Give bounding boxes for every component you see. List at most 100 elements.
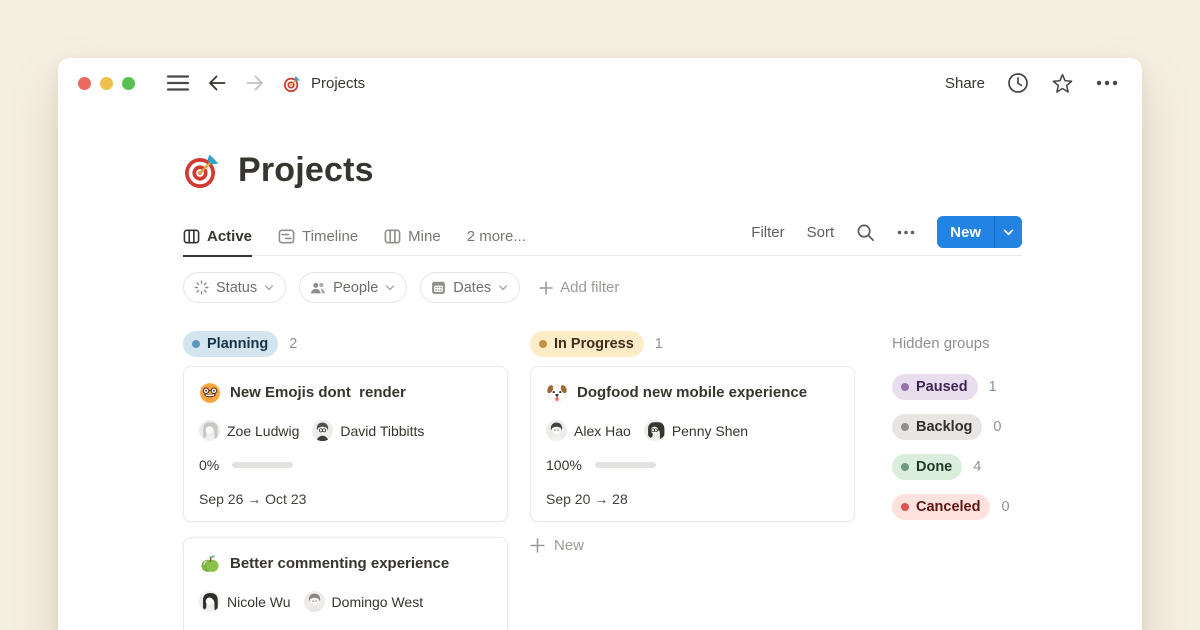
group-count: 0	[1001, 499, 1009, 515]
person: Penny Shen	[644, 420, 748, 441]
card-dates: Sep 20 → 28	[546, 491, 839, 507]
breadcrumb-label: Projects	[311, 75, 365, 92]
avatar-david-tibbitts	[312, 420, 333, 441]
avatar-zoe-ludwig	[199, 420, 220, 441]
group-count: 1	[989, 379, 997, 395]
status-pill-backlog[interactable]: Backlog	[892, 414, 982, 440]
card-progress-row: 0%	[199, 456, 492, 473]
share-button[interactable]: Share	[945, 75, 985, 92]
tab-label: 2 more...	[467, 228, 526, 245]
view-options-ellipsis-icon[interactable]	[897, 230, 915, 235]
person: Domingo West	[304, 591, 424, 612]
view-tabs: Active Timeline Mine	[183, 228, 526, 256]
close-window-button[interactable]	[78, 77, 91, 90]
status-pill-paused[interactable]: Paused	[892, 374, 978, 400]
add-filter-button[interactable]: Add filter	[539, 279, 619, 296]
status-pill-in-progress[interactable]: In Progress	[530, 331, 644, 357]
tab-more-views[interactable]: 2 more...	[467, 228, 526, 255]
status-filter-chip[interactable]: Status	[183, 272, 286, 303]
column-in-progress: In Progress 1 Dogfood new mobile experie…	[530, 331, 855, 554]
dates-filter-chip[interactable]: Dates	[420, 272, 520, 303]
new-card-label: New	[554, 537, 584, 554]
chevron-down-icon	[264, 285, 274, 291]
add-filter-label: Add filter	[560, 279, 619, 296]
progress-label: 0%	[199, 457, 219, 473]
status-dot	[901, 423, 909, 431]
new-card-button[interactable]: New	[530, 537, 855, 554]
status-dot	[901, 503, 909, 511]
hidden-group-canceled[interactable]: Canceled 0	[892, 494, 1022, 520]
group-count: 4	[973, 459, 981, 475]
desktop-background: Projects Share Projects	[0, 0, 1200, 630]
page-title: Projects	[238, 151, 374, 190]
column-planning: Planning 2 New Emojis dont render	[183, 331, 508, 630]
new-button[interactable]: New	[937, 216, 994, 248]
avatar-domingo-west	[304, 591, 325, 612]
project-card[interactable]: New Emojis dont render Zoe Ludwig	[183, 366, 508, 522]
chevron-down-icon	[498, 285, 508, 291]
people-filter-chip[interactable]: People	[299, 272, 407, 303]
hidden-groups-rail: Hidden groups Paused 1 Ba	[892, 331, 1022, 520]
breadcrumb[interactable]: Projects	[283, 74, 365, 93]
card-people-row: Zoe Ludwig David Tibbitts	[199, 420, 492, 441]
sort-button[interactable]: Sort	[807, 224, 835, 241]
person: Zoe Ludwig	[199, 420, 299, 441]
filter-chips-row: Status People	[183, 272, 1022, 303]
dart-target-page-icon[interactable]	[183, 150, 223, 190]
nerd-face-emoji	[199, 382, 221, 404]
status-dot	[539, 340, 547, 348]
chip-label: Status	[216, 280, 257, 296]
status-label: Paused	[916, 379, 968, 395]
star-favorite-icon[interactable]	[1051, 72, 1074, 95]
back-arrow-icon[interactable]	[207, 73, 227, 93]
tab-active[interactable]: Active	[183, 228, 252, 257]
group-count: 0	[993, 419, 1001, 435]
person: David Tibbitts	[312, 420, 424, 441]
status-pill-planning[interactable]: Planning	[183, 331, 278, 357]
column-header-planning[interactable]: Planning 2	[183, 331, 508, 357]
person-name: Zoe Ludwig	[227, 423, 299, 439]
project-card[interactable]: Better commenting experience Nicole Wu	[183, 537, 508, 630]
status-dot	[192, 340, 200, 348]
tab-timeline[interactable]: Timeline	[278, 228, 358, 255]
project-card[interactable]: Dogfood new mobile experience Alex Hao	[530, 366, 855, 522]
people-icon	[310, 281, 326, 295]
hidden-group-paused[interactable]: Paused 1	[892, 374, 1022, 400]
hidden-group-done[interactable]: Done 4	[892, 454, 1022, 480]
hamburger-menu-icon[interactable]	[167, 74, 189, 92]
green-apple-emoji	[199, 553, 221, 575]
view-controls: Filter Sort New	[751, 216, 1022, 255]
person-name: Nicole Wu	[227, 594, 291, 610]
status-dot	[901, 383, 909, 391]
more-ellipsis-icon[interactable]	[1096, 80, 1118, 86]
minimize-window-button[interactable]	[100, 77, 113, 90]
column-header-in-progress[interactable]: In Progress 1	[530, 331, 855, 357]
window-titlebar: Projects Share	[58, 58, 1142, 108]
new-button-chevron[interactable]	[995, 216, 1022, 248]
hidden-groups-list: Paused 1 Backlog 0	[892, 374, 1022, 520]
avatar-nicole-wu	[199, 591, 220, 612]
column-count: 2	[289, 336, 297, 352]
filter-button[interactable]: Filter	[751, 224, 784, 241]
card-people-row: Alex Hao Penny Shen	[546, 420, 839, 441]
forward-arrow-icon[interactable]	[245, 73, 265, 93]
view-tabbar: Active Timeline Mine	[183, 216, 1022, 256]
kanban-board: Planning 2 New Emojis dont render	[183, 331, 1022, 630]
clock-history-icon[interactable]	[1007, 72, 1029, 94]
timeline-view-icon	[278, 228, 295, 245]
chip-label: Dates	[453, 280, 491, 296]
hidden-group-backlog[interactable]: Backlog 0	[892, 414, 1022, 440]
status-pill-canceled[interactable]: Canceled	[892, 494, 990, 520]
zoom-window-button[interactable]	[122, 77, 135, 90]
calendar-icon	[431, 280, 446, 295]
search-icon[interactable]	[856, 223, 875, 242]
card-title: Dogfood new mobile experience	[577, 381, 807, 404]
progress-label: 100%	[546, 457, 582, 473]
card-title-row: New Emojis dont render	[199, 381, 492, 404]
status-pill-done[interactable]: Done	[892, 454, 962, 480]
tab-mine[interactable]: Mine	[384, 228, 441, 255]
person: Alex Hao	[546, 420, 631, 441]
tab-label: Active	[207, 228, 252, 245]
status-label: Done	[916, 459, 952, 475]
progress-bar	[232, 462, 293, 468]
